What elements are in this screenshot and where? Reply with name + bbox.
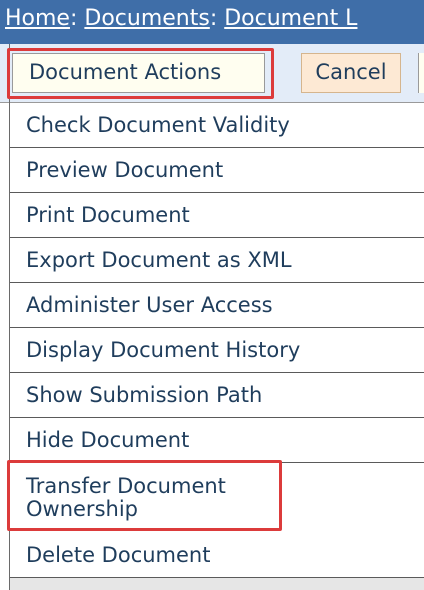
- breadcrumb-documents-link[interactable]: Documents: [84, 6, 209, 31]
- menu-item-preview-document[interactable]: Preview Document: [10, 148, 424, 193]
- menu-item-check-validity[interactable]: Check Document Validity: [10, 103, 424, 148]
- menu-item-hide-document[interactable]: Hide Document: [10, 418, 424, 463]
- truncated-toolbar-button[interactable]: [418, 53, 424, 93]
- breadcrumb-separator: :: [69, 6, 85, 31]
- menu-item-show-submission-path[interactable]: Show Submission Path: [10, 373, 424, 418]
- breadcrumb-separator: :: [209, 6, 225, 31]
- breadcrumb-document-list-link[interactable]: Document L: [224, 6, 357, 31]
- menu-item-print-document[interactable]: Print Document: [10, 193, 424, 238]
- menu-item-administer-user-access[interactable]: Administer User Access: [10, 283, 424, 328]
- breadcrumb: Home: Documents: Document L: [0, 0, 424, 44]
- breadcrumb-home-link[interactable]: Home: [5, 6, 70, 31]
- menu-item-transfer-ownership[interactable]: Transfer Document Ownership: [10, 463, 424, 543]
- menu-item-transfer-ownership-label: Transfer Document Ownership: [26, 474, 226, 521]
- menu-item-delete-document[interactable]: Delete Document: [10, 533, 424, 578]
- menu-item-export-xml[interactable]: Export Document as XML: [10, 238, 424, 283]
- document-actions-button[interactable]: Document Actions: [12, 53, 265, 93]
- menu-item-display-history[interactable]: Display Document History: [10, 328, 424, 373]
- cancel-button[interactable]: Cancel: [301, 53, 401, 93]
- menu-bottom-strip: [10, 578, 424, 590]
